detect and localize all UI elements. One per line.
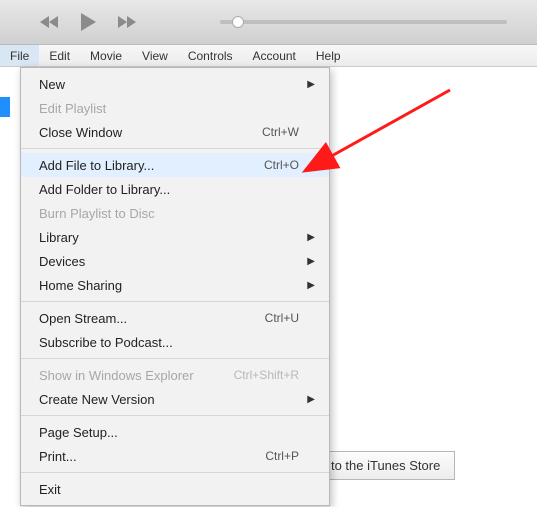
menu-file[interactable]: File bbox=[0, 45, 39, 66]
menu-bar: File Edit Movie View Controls Account He… bbox=[0, 45, 537, 67]
menu-edit[interactable]: Edit bbox=[39, 45, 80, 66]
submenu-arrow-icon: ▶ bbox=[305, 79, 315, 90]
menu-item-label: Home Sharing bbox=[39, 278, 305, 293]
menu-item-label: Exit bbox=[39, 482, 305, 497]
menu-item-exit[interactable]: Exit bbox=[21, 477, 329, 501]
menu-item-label: Add Folder to Library... bbox=[39, 182, 305, 197]
menu-item-new[interactable]: New▶ bbox=[21, 72, 329, 96]
menu-account[interactable]: Account bbox=[243, 45, 306, 66]
menu-item-home-sharing[interactable]: Home Sharing▶ bbox=[21, 273, 329, 297]
previous-button[interactable] bbox=[38, 10, 62, 34]
menu-item-label: Subscribe to Podcast... bbox=[39, 335, 305, 350]
menu-item-open-stream[interactable]: Open Stream...Ctrl+U bbox=[21, 306, 329, 330]
menu-item-label: Edit Playlist bbox=[39, 101, 305, 116]
menu-item-label: Create New Version bbox=[39, 392, 305, 407]
menu-item-show-in-windows-explorer: Show in Windows ExplorerCtrl+Shift+R bbox=[21, 363, 329, 387]
menu-item-label: Close Window bbox=[39, 125, 262, 140]
menu-help[interactable]: Help bbox=[306, 45, 351, 66]
menu-item-library[interactable]: Library▶ bbox=[21, 225, 329, 249]
menu-view[interactable]: View bbox=[132, 45, 178, 66]
menu-item-label: New bbox=[39, 77, 305, 92]
menu-movie[interactable]: Movie bbox=[80, 45, 132, 66]
menu-item-edit-playlist: Edit Playlist bbox=[21, 96, 329, 120]
sidebar-selection bbox=[0, 97, 10, 117]
menu-item-subscribe-to-podcast[interactable]: Subscribe to Podcast... bbox=[21, 330, 329, 354]
file-menu-dropdown: New▶Edit PlaylistClose WindowCtrl+WAdd F… bbox=[20, 67, 330, 506]
menu-controls[interactable]: Controls bbox=[178, 45, 243, 66]
menu-item-label: Page Setup... bbox=[39, 425, 305, 440]
menu-item-close-window[interactable]: Close WindowCtrl+W bbox=[21, 120, 329, 144]
menu-item-print[interactable]: Print...Ctrl+P bbox=[21, 444, 329, 468]
menu-item-label: Library bbox=[39, 230, 305, 245]
play-button[interactable] bbox=[76, 10, 100, 34]
menu-item-shortcut: Ctrl+Shift+R bbox=[234, 368, 299, 382]
menu-item-label: Devices bbox=[39, 254, 305, 269]
menu-item-shortcut: Ctrl+P bbox=[265, 449, 299, 463]
progress-track[interactable] bbox=[220, 20, 507, 24]
progress-knob[interactable] bbox=[232, 16, 244, 28]
menu-item-page-setup[interactable]: Page Setup... bbox=[21, 420, 329, 444]
menu-item-shortcut: Ctrl+O bbox=[264, 158, 299, 172]
playback-toolbar bbox=[0, 0, 537, 45]
menu-item-shortcut: Ctrl+U bbox=[265, 311, 299, 325]
submenu-arrow-icon: ▶ bbox=[305, 232, 315, 243]
next-button[interactable] bbox=[114, 10, 138, 34]
menu-item-label: Show in Windows Explorer bbox=[39, 368, 234, 383]
menu-item-label: Print... bbox=[39, 449, 265, 464]
menu-item-create-new-version[interactable]: Create New Version▶ bbox=[21, 387, 329, 411]
menu-item-label: Open Stream... bbox=[39, 311, 265, 326]
menu-item-shortcut: Ctrl+W bbox=[262, 125, 299, 139]
menu-item-add-folder-to-library[interactable]: Add Folder to Library... bbox=[21, 177, 329, 201]
menu-item-devices[interactable]: Devices▶ bbox=[21, 249, 329, 273]
menu-item-add-file-to-library[interactable]: Add File to Library...Ctrl+O bbox=[21, 153, 329, 177]
submenu-arrow-icon: ▶ bbox=[305, 256, 315, 267]
submenu-arrow-icon: ▶ bbox=[305, 394, 315, 405]
menu-item-label: Burn Playlist to Disc bbox=[39, 206, 305, 221]
menu-item-burn-playlist-to-disc: Burn Playlist to Disc bbox=[21, 201, 329, 225]
submenu-arrow-icon: ▶ bbox=[305, 280, 315, 291]
menu-item-label: Add File to Library... bbox=[39, 158, 264, 173]
